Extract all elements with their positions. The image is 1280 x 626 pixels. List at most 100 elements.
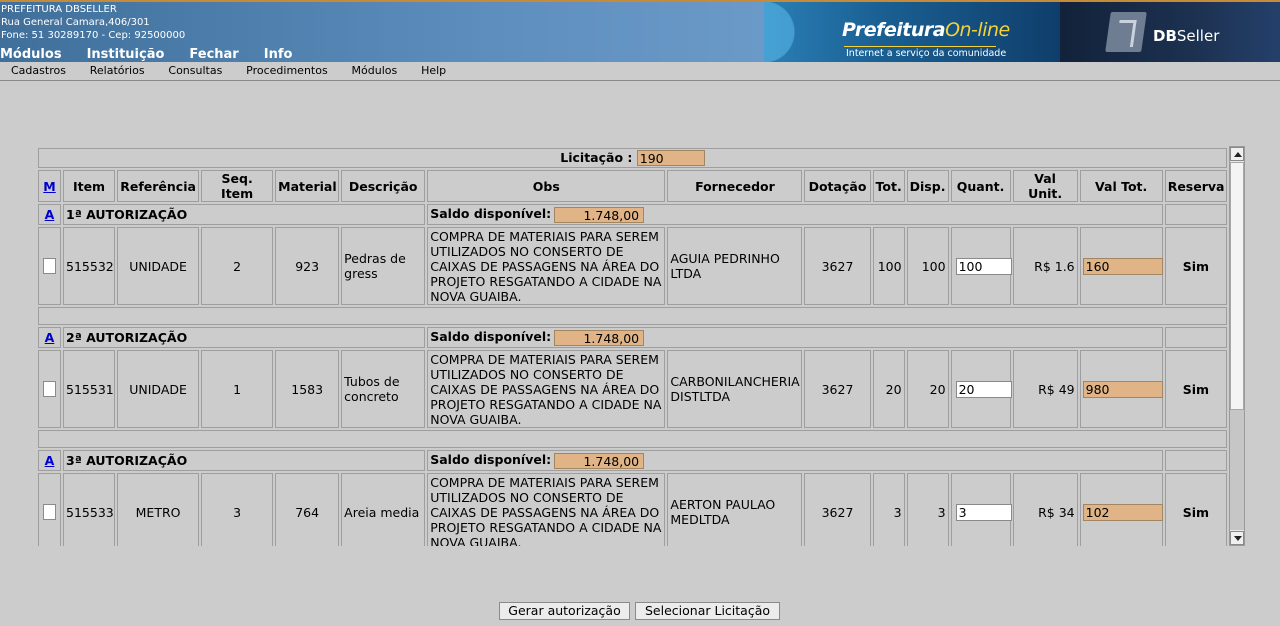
banner-subtitle: Internet a serviço da comunidade [846, 48, 1007, 59]
quantity-input[interactable]: 20 [955, 380, 1012, 398]
top-nav-fechar[interactable]: Fechar [189, 47, 238, 62]
total-value-field: 102 [1082, 503, 1163, 521]
authorization-frame: Licitação : 190 M Item Referência Seq. I… [36, 146, 1229, 546]
table-row: 515533 METRO 3 764 Areia media COMPRA DE… [38, 473, 1227, 546]
empty-cell [1164, 204, 1227, 225]
auth-select-all-link[interactable]: A [45, 453, 55, 468]
auth-title: 3ª AUTORIZAÇÃO [63, 450, 426, 471]
auth-select-all-link[interactable]: A [45, 330, 55, 345]
auth-link-cell: A [38, 450, 62, 471]
auth-link-cell: A [38, 327, 62, 348]
menu-cadastros[interactable]: Cadastros [11, 62, 66, 80]
menu-help[interactable]: Help [421, 62, 446, 80]
row-checkbox[interactable] [43, 504, 56, 521]
cell-dotacao: 3627 [804, 473, 871, 546]
mark-all-link[interactable]: M [43, 179, 55, 194]
cell-val-tot: 160 [1079, 227, 1163, 305]
table-header-row: M Item Referência Seq. Item Material Des… [38, 170, 1227, 202]
scroll-thumb[interactable] [1230, 162, 1244, 410]
saldo-label: Saldo disponível: [430, 329, 552, 345]
cell-descricao: Pedras de gress [341, 227, 426, 305]
menu-bar: Cadastros Relatórios Consultas Procedime… [0, 62, 1280, 81]
top-nav-instituicao[interactable]: Instituição [87, 47, 165, 62]
cell-obs: COMPRA DE MATERIAIS PARA SEREM UTILIZADO… [427, 473, 666, 546]
cell-referencia: UNIDADE [117, 350, 200, 428]
cell-tot: 100 [872, 227, 905, 305]
quantity-input[interactable]: 3 [955, 503, 1012, 521]
cell-referencia: METRO [117, 473, 200, 546]
cell-seq: 2 [201, 227, 274, 305]
banner-title: PrefeituraOn-line [842, 19, 1010, 41]
auth-link-cell: A [38, 204, 62, 225]
top-nav-info[interactable]: Info [264, 47, 293, 62]
dbseller-banner: DBSeller [1060, 2, 1280, 62]
licitacao-field[interactable]: 190 [636, 150, 705, 167]
top-nav-modulos[interactable]: Módulos [0, 47, 62, 62]
col-descricao: Descrição [341, 170, 426, 202]
cell-item: 515533 [63, 473, 116, 546]
saldo-cell: Saldo disponível: 1.748,00 [427, 204, 1163, 225]
cell-val-unit: R$ 34 [1012, 473, 1078, 546]
authorization-header-row: A 3ª AUTORIZAÇÃO Saldo disponível: 1.748,… [38, 450, 1227, 471]
selecionar-licitacao-button[interactable]: Selecionar Licitação [635, 602, 780, 620]
cell-quant: 20 [950, 350, 1012, 428]
authorization-header-row: A 1ª AUTORIZAÇÃO Saldo disponível: 1.748,… [38, 204, 1227, 225]
banner-title-accent: On-line [945, 19, 1010, 41]
col-quant: Quant. [950, 170, 1011, 202]
saldo-value: 1.748,00 [554, 329, 645, 346]
menu-modulos[interactable]: Módulos [352, 62, 398, 80]
cell-referencia: UNIDADE [117, 227, 200, 305]
gerar-autorizacao-button[interactable]: Gerar autorização [499, 602, 630, 620]
quantity-input[interactable]: 100 [955, 257, 1012, 275]
table-row: 515532 UNIDADE 2 923 Pedras de gress COM… [38, 227, 1227, 305]
cell-val-tot: 102 [1079, 473, 1163, 546]
authorization-table: Licitação : 190 M Item Referência Seq. I… [36, 146, 1229, 546]
total-value-field: 980 [1082, 380, 1163, 398]
cell-material: 764 [275, 473, 340, 546]
empty-cell [1164, 327, 1227, 348]
cell-dotacao: 3627 [804, 227, 871, 305]
row-checkbox[interactable] [43, 381, 56, 398]
auth-title: 2ª AUTORIZAÇÃO [63, 327, 426, 348]
scroll-down-arrow-icon[interactable] [1230, 531, 1244, 545]
col-fornecedor: Fornecedor [667, 170, 803, 202]
scroll-up-arrow-icon[interactable] [1230, 147, 1244, 161]
row-checkbox[interactable] [43, 258, 56, 275]
cell-disp: 100 [906, 227, 949, 305]
cell-fornecedor: CARBONILANCHERIA DISTLTDA [667, 350, 803, 428]
org-info: PREFEITURA DBSELLER Rua General Camara,4… [1, 3, 185, 42]
dbseller-logo-icon [1105, 12, 1147, 52]
col-val-unit: Val Unit. [1012, 170, 1078, 202]
vertical-scrollbar[interactable] [1229, 146, 1245, 546]
col-seq-item: Seq. Item [201, 170, 274, 202]
table-row: 515531 UNIDADE 1 1583 Tubos de concreto … [38, 350, 1227, 428]
row-checkbox-cell [38, 473, 62, 546]
scroll-track[interactable] [1230, 410, 1244, 530]
cell-obs: COMPRA DE MATERIAIS PARA SEREM UTILIZADO… [427, 350, 666, 428]
menu-procedimentos[interactable]: Procedimentos [246, 62, 328, 80]
dbseller-text-rest: Seller [1176, 27, 1220, 45]
col-item: Item [63, 170, 116, 202]
dbseller-text-bold: DB [1153, 27, 1177, 45]
cell-reserva: Sim [1164, 473, 1227, 546]
cell-quant: 3 [950, 473, 1012, 546]
auth-select-all-link[interactable]: A [45, 207, 55, 222]
cell-seq: 3 [201, 473, 274, 546]
cell-val-unit: R$ 49 [1012, 350, 1078, 428]
menu-relatorios[interactable]: Relatórios [90, 62, 145, 80]
cell-material: 923 [275, 227, 340, 305]
cell-descricao: Areia media [341, 473, 426, 546]
cell-seq: 1 [201, 350, 274, 428]
cell-tot: 20 [872, 350, 905, 428]
saldo-label: Saldo disponível: [430, 206, 552, 222]
empty-cell [1164, 450, 1227, 471]
row-checkbox-cell [38, 227, 62, 305]
col-referencia: Referência [117, 170, 200, 202]
auth-title: 1ª AUTORIZAÇÃO [63, 204, 426, 225]
licitacao-label: Licitação : [560, 149, 633, 165]
col-dotacao: Dotação [804, 170, 871, 202]
banner-wave-graphic [764, 2, 824, 62]
total-value-field: 160 [1082, 257, 1163, 275]
licitacao-cell: Licitação : 190 [38, 148, 1227, 168]
menu-consultas[interactable]: Consultas [168, 62, 222, 80]
